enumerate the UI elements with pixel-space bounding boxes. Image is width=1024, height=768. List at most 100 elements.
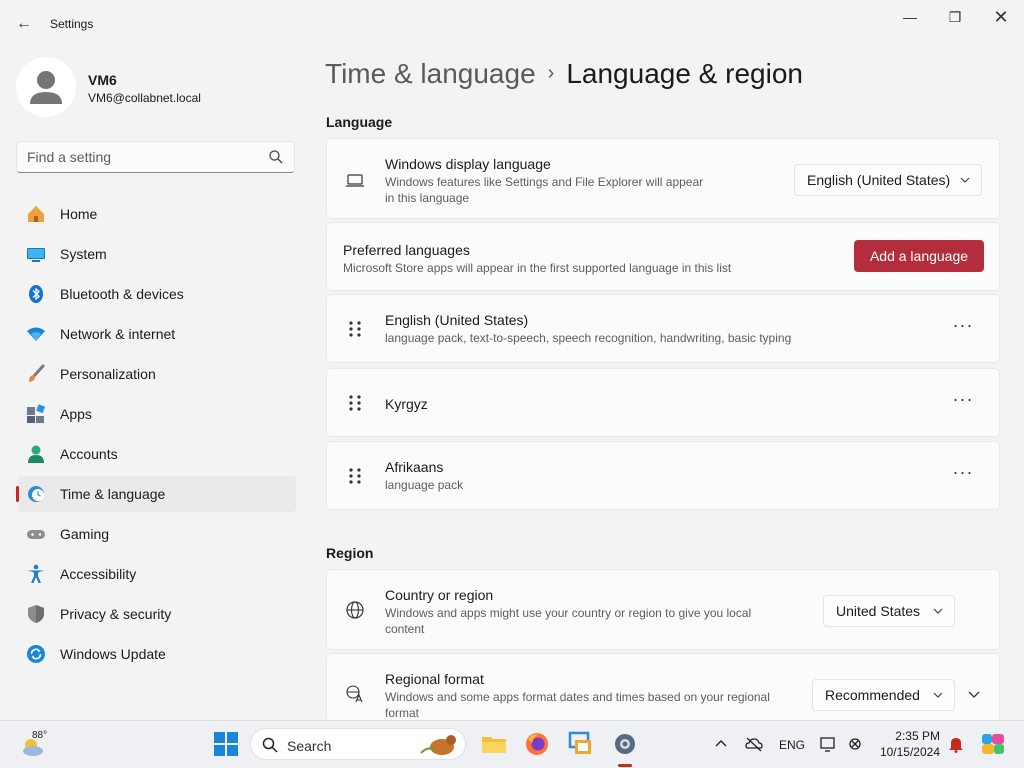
language-name: English (United States) <box>385 312 529 328</box>
taskbar-search[interactable]: Search <box>250 728 466 760</box>
user-icon <box>30 71 62 104</box>
weather-temperature: 88° <box>32 730 48 741</box>
expand-chevron-icon[interactable] <box>966 687 982 703</box>
page-title: Language & region <box>566 58 803 89</box>
more-options-button[interactable]: ··· <box>949 390 977 418</box>
clock-time[interactable]: 2:35 PM <box>880 729 940 743</box>
accounts-icon <box>28 445 44 463</box>
add-language-button[interactable]: Add a language <box>854 240 984 272</box>
more-options-button[interactable]: ··· <box>949 316 977 344</box>
regional-format-icon <box>346 685 363 703</box>
regional-format-description: Windows and some apps format dates and t… <box>385 690 770 720</box>
file-explorer-icon[interactable] <box>481 731 507 757</box>
sidebar-item-personalization[interactable]: Personalization <box>18 356 296 392</box>
accessibility-icon <box>28 564 44 583</box>
bluetooth-icon <box>29 285 43 303</box>
chevron-down-icon <box>933 608 943 614</box>
clock-date[interactable]: 10/15/2024 <box>860 745 940 759</box>
globe-icon <box>346 601 364 619</box>
sidebar-item-windows-update[interactable]: Windows Update <box>18 636 296 672</box>
close-button[interactable]: ✕ <box>986 6 1016 28</box>
language-item[interactable]: Afrikaans language pack ··· <box>326 441 1000 510</box>
dropdown-value: Recommended <box>825 687 920 703</box>
dropdown-value: United States <box>836 603 921 619</box>
language-detail: language pack, text-to-speech, speech re… <box>385 331 792 345</box>
more-options-button[interactable]: ··· <box>949 463 977 491</box>
apps-icon <box>27 404 46 423</box>
sidebar-item-label: Privacy & security <box>60 606 172 622</box>
sidebar-item-time-language[interactable]: Time & language <box>16 476 296 512</box>
windows-start-icon[interactable] <box>213 731 239 757</box>
sidebar-item-apps[interactable]: Apps <box>18 396 296 432</box>
regional-format-card[interactable]: Regional format Windows and some apps fo… <box>326 653 1000 723</box>
shield-icon <box>28 605 44 623</box>
avatar[interactable] <box>16 57 76 117</box>
selection-indicator <box>16 486 19 502</box>
app-title: Settings <box>50 17 94 31</box>
sidebar-item-label: Home <box>60 206 98 222</box>
user-email: VM6@collabnet.local <box>88 91 201 105</box>
language-name: Afrikaans <box>385 459 444 475</box>
wifi-icon <box>27 327 45 341</box>
sidebar-item-accounts[interactable]: Accounts <box>18 436 296 472</box>
network-status-icon[interactable] <box>820 735 838 753</box>
language-name: Kyrgyz <box>385 396 428 412</box>
settings-search[interactable] <box>16 141 295 173</box>
breadcrumb-separator: › <box>547 62 555 84</box>
notification-bell-icon[interactable] <box>947 735 965 753</box>
remote-desktop-icon[interactable] <box>568 731 594 757</box>
taskbar: 88° Search ENG 2:35 PM 10/15/2024 <box>0 720 1024 768</box>
display-language-dropdown[interactable]: English (United States) <box>794 164 982 196</box>
active-app-indicator <box>618 764 632 767</box>
sidebar-item-gaming[interactable]: Gaming <box>18 516 296 552</box>
laptop-icon <box>346 174 364 187</box>
system-icon <box>27 248 45 262</box>
language-detail: language pack <box>385 478 464 492</box>
sidebar-item-label: System <box>60 246 107 262</box>
gamepad-icon <box>27 530 45 539</box>
drag-handle-icon[interactable] <box>348 467 362 485</box>
sidebar-item-privacy[interactable]: Privacy & security <box>18 596 296 632</box>
regional-format-dropdown[interactable]: Recommended <box>812 679 955 711</box>
back-arrow-icon: ← <box>16 15 32 32</box>
language-item[interactable]: English (United States) language pack, t… <box>326 294 1000 363</box>
copilot-icon[interactable] <box>980 731 1006 757</box>
breadcrumb-parent[interactable]: Time & language <box>325 58 536 89</box>
update-icon <box>27 645 45 663</box>
restore-button[interactable]: ❐ <box>940 6 970 28</box>
chevron-up-icon[interactable] <box>712 735 730 753</box>
preferred-languages-title: Preferred languages <box>343 242 470 258</box>
time-language-icon <box>28 486 44 502</box>
minimize-button[interactable]: — <box>895 6 925 28</box>
sidebar-item-label: Accounts <box>60 446 118 462</box>
drag-handle-icon[interactable] <box>348 394 362 412</box>
sidebar-item-bluetooth[interactable]: Bluetooth & devices <box>18 276 296 312</box>
sidebar-item-label: Apps <box>60 406 92 422</box>
preferred-languages-description: Microsoft Store apps will appear in the … <box>343 261 732 275</box>
search-input[interactable] <box>27 149 257 165</box>
sidebar-item-label: Windows Update <box>60 646 166 662</box>
home-icon <box>28 206 44 222</box>
display-language-description: Windows features like Settings and File … <box>385 175 704 205</box>
sidebar-item-system[interactable]: System <box>18 236 296 272</box>
input-language-indicator[interactable]: ENG <box>779 738 805 752</box>
search-icon <box>262 737 278 753</box>
country-region-dropdown[interactable]: United States <box>823 595 955 627</box>
sidebar-item-label: Bluetooth & devices <box>60 286 184 302</box>
drag-handle-icon[interactable] <box>348 320 362 338</box>
sidebar-item-label: Accessibility <box>60 566 137 582</box>
firefox-icon[interactable] <box>524 731 550 757</box>
display-language-title: Windows display language <box>385 156 551 172</box>
sidebar-item-accessibility[interactable]: Accessibility <box>18 556 296 592</box>
user-name: VM6 <box>88 72 117 88</box>
search-icon <box>269 150 283 164</box>
sidebar-item-label: Network & internet <box>60 326 176 342</box>
language-item[interactable]: Kyrgyz ··· <box>326 368 1000 437</box>
sidebar-item-network[interactable]: Network & internet <box>18 316 296 352</box>
sidebar-item-home[interactable]: Home <box>18 196 296 232</box>
settings-gear-icon[interactable] <box>612 731 638 757</box>
regional-format-title: Regional format <box>385 671 484 687</box>
back-button[interactable]: ← <box>12 12 36 36</box>
search-highlight-icon <box>420 735 456 755</box>
onedrive-offline-icon[interactable] <box>745 735 763 753</box>
